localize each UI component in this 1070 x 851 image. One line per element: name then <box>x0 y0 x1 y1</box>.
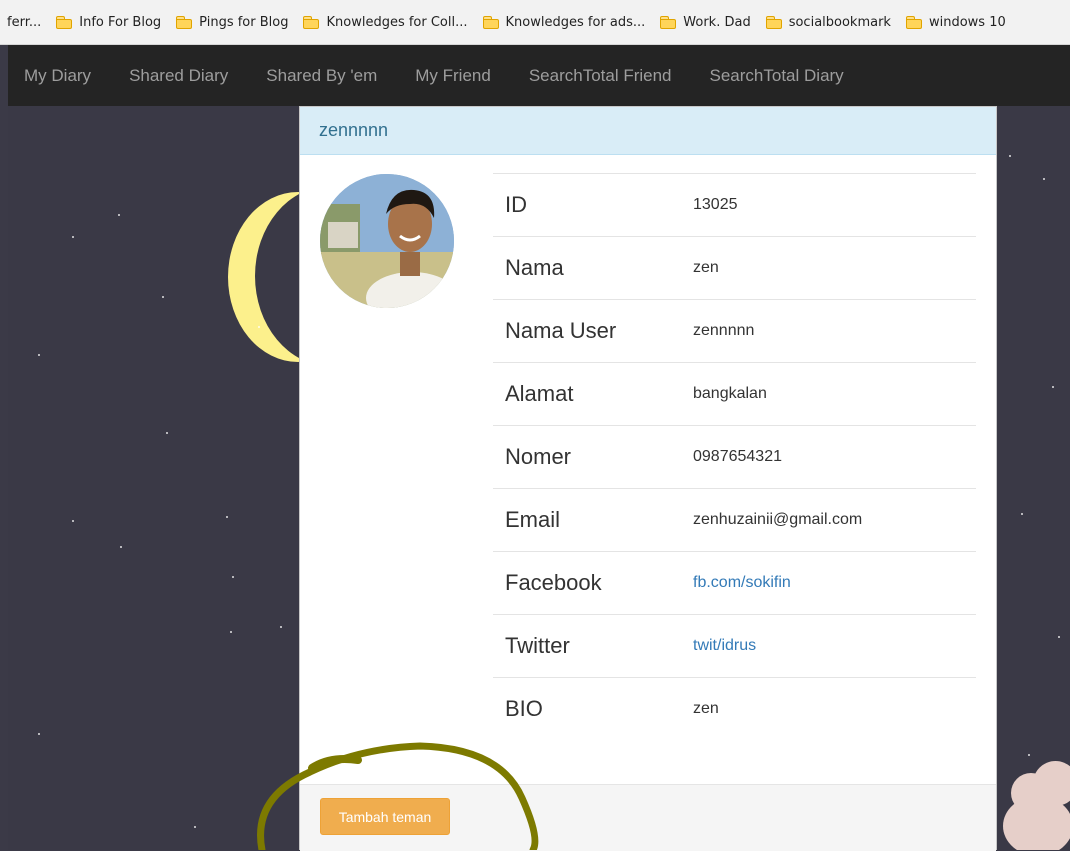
row-value-cell: 13025 <box>693 173 976 237</box>
bookmark-item[interactable]: windows 10 <box>905 14 1006 30</box>
bookmark-label: ferr... <box>7 14 42 30</box>
bookmark-item[interactable]: Info For Blog <box>56 15 161 30</box>
star <box>72 236 74 238</box>
row-label: BIO <box>493 677 693 740</box>
nav-item[interactable]: My Diary <box>24 66 91 86</box>
modal-title: zennnnn <box>300 107 996 155</box>
star <box>1028 754 1030 756</box>
bookmark-item[interactable]: Work. Dad <box>660 14 751 30</box>
profile-photo <box>320 174 454 308</box>
row-value-cell: zen <box>693 677 976 740</box>
row-label: Nama <box>493 236 693 300</box>
add-friend-button[interactable]: Tambah teman <box>320 798 450 835</box>
bookmark-label: Knowledges for ads... <box>505 14 646 30</box>
profile-row: Facebook fb.com/sokifin <box>493 551 976 615</box>
row-value: zen <box>693 259 719 276</box>
profile-row: Alamat bangkalan <box>493 362 976 426</box>
star <box>166 432 168 434</box>
folder-icon <box>482 16 500 29</box>
folder-icon <box>765 16 783 29</box>
row-value: zenhuzainii@gmail.com <box>693 511 863 528</box>
nav-item[interactable]: SearchTotal Diary <box>710 66 844 86</box>
row-value: bangkalan <box>693 385 767 402</box>
row-value-cell: zenhuzainii@gmail.com <box>693 488 976 552</box>
row-value: zen <box>693 700 719 717</box>
row-value-link[interactable]: twit/idrus <box>693 637 756 654</box>
row-label: Alamat <box>493 362 693 426</box>
bookmarks-bar: ferr... Info For Blog Pings for Blog Knowle… <box>0 0 1070 45</box>
profile-row: Twitter twit/idrus <box>493 614 976 678</box>
row-label: Nomer <box>493 425 693 489</box>
bookmark-item[interactable]: socialbookmark <box>765 14 891 30</box>
profile-row: Nama zen <box>493 236 976 300</box>
star <box>232 576 234 578</box>
row-value: 0987654321 <box>693 448 782 465</box>
row-value-cell: bangkalan <box>693 362 976 426</box>
profile-modal: zennnnn ID 13025 Nama zen Nama User zennnnn Al… <box>299 106 997 851</box>
row-label: Nama User <box>493 299 693 363</box>
star <box>230 631 232 633</box>
star <box>258 326 260 328</box>
nav-item[interactable]: My Friend <box>415 66 491 86</box>
bookmark-label: Knowledges for Coll... <box>326 14 468 30</box>
folder-icon <box>303 16 320 29</box>
folder-icon <box>905 16 923 29</box>
profile-details-table: ID 13025 Nama zen Nama User zennnnn Alamat bang… <box>493 173 976 740</box>
row-label: Email <box>493 488 693 552</box>
bookmark-label: Pings for Blog <box>199 14 289 30</box>
modal-footer: Tambah teman <box>300 784 996 851</box>
folder-icon <box>660 16 677 29</box>
row-value-cell: 0987654321 <box>693 425 976 489</box>
bookmark-item[interactable]: Pings for Blog <box>176 15 288 30</box>
nav-item[interactable]: Shared By 'em <box>266 66 377 86</box>
star <box>280 626 282 628</box>
profile-row: BIO zen <box>493 677 976 740</box>
profile-row: ID 13025 <box>493 173 976 237</box>
row-value: 13025 <box>693 196 738 213</box>
row-value-cell: fb.com/sokifin <box>693 551 976 615</box>
star <box>1009 155 1011 157</box>
bookmark-label: socialbookmark <box>788 14 891 30</box>
row-label: ID <box>493 173 693 237</box>
profile-row: Email zenhuzainii@gmail.com <box>493 488 976 552</box>
star <box>118 214 120 216</box>
row-value-cell: zennnnn <box>693 299 976 363</box>
folder-icon <box>176 16 193 29</box>
bookmark-label: windows 10 <box>928 14 1006 30</box>
star <box>194 826 196 828</box>
star <box>1043 178 1045 180</box>
star <box>226 516 228 518</box>
row-label: Facebook <box>493 551 693 615</box>
row-value: zennnnn <box>693 322 755 339</box>
star <box>38 354 40 356</box>
profile-row: Nomer 0987654321 <box>493 425 976 489</box>
star <box>38 733 40 735</box>
bookmark-item[interactable]: ferr... <box>7 15 41 30</box>
bookmark-label: Info For Blog <box>79 14 162 30</box>
top-navbar: My Diary Shared Diary Shared By 'em My Frie… <box>8 45 1070 106</box>
row-value-cell: twit/idrus <box>693 614 976 678</box>
bookmark-label: Work. Dad <box>683 14 751 30</box>
row-value-link[interactable]: fb.com/sokifin <box>693 574 791 591</box>
star <box>1058 636 1060 638</box>
bookmark-item[interactable]: Knowledges for Coll... <box>303 14 468 30</box>
star <box>1052 386 1054 388</box>
nav-item[interactable]: SearchTotal Friend <box>529 66 672 86</box>
row-value-cell: zen <box>693 236 976 300</box>
cloud <box>1003 796 1070 850</box>
star <box>120 546 122 548</box>
bookmark-item[interactable]: Knowledges for ads... <box>482 14 646 30</box>
folder-icon <box>56 16 73 29</box>
row-label: Twitter <box>493 614 693 678</box>
star <box>162 296 164 298</box>
star <box>72 520 74 522</box>
profile-row: Nama User zennnnn <box>493 299 976 363</box>
nav-item[interactable]: Shared Diary <box>129 66 228 86</box>
star <box>1021 513 1023 515</box>
